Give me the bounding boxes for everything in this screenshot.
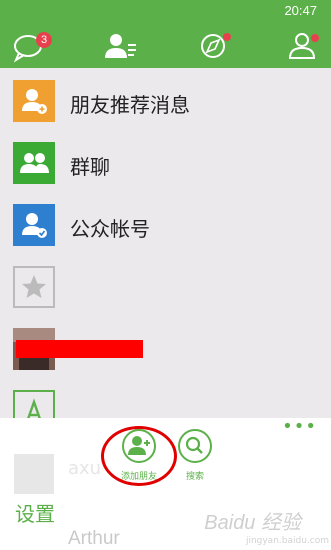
faded-avatar: [14, 454, 54, 494]
unread-badge: 3: [36, 32, 52, 48]
highlight-circle: [101, 426, 177, 486]
tab-discover[interactable]: [195, 24, 255, 68]
redaction-bar: [16, 340, 143, 358]
watermark: Baidu 经验: [204, 512, 301, 534]
group-chat-icon: [13, 142, 55, 184]
list-item-label: 公众帐号: [70, 217, 150, 241]
tab-me[interactable]: [284, 24, 331, 68]
compass-icon: [201, 34, 225, 58]
faded-contact-name: Arthur: [68, 528, 120, 549]
list-item-friend-recommend[interactable]: 朋友推荐消息: [0, 70, 331, 132]
search-label: 搜索: [185, 472, 204, 482]
search-icon: [178, 429, 212, 463]
list-item-official-accounts[interactable]: 公众帐号: [0, 194, 331, 256]
status-bar: 20:47: [0, 0, 331, 24]
list-item-contact[interactable]: [0, 318, 331, 380]
settings-menu-item[interactable]: 设置: [15, 498, 55, 527]
star-icon: [13, 266, 55, 308]
tab-chats[interactable]: 3: [10, 24, 70, 68]
discover-dot: [223, 33, 231, 41]
more-menu-button[interactable]: •••: [282, 418, 317, 436]
list-item-starred[interactable]: [0, 256, 331, 318]
tab-bar: 3: [0, 24, 331, 68]
me-dot: [311, 34, 319, 42]
list-item-label: 朋友推荐消息: [70, 93, 190, 117]
contacts-list-icon: [105, 34, 136, 58]
person-icon: [288, 33, 316, 59]
official-account-icon: [13, 204, 55, 246]
friend-recommend-icon: [13, 80, 55, 122]
list-item-label: 群聊: [70, 155, 110, 179]
watermark-url: jingyan.baidu.com: [245, 536, 329, 546]
contacts-list: 朋友推荐消息 群聊 公众帐号: [0, 68, 331, 432]
tab-contacts[interactable]: [100, 24, 160, 68]
clock: 20:47: [284, 3, 317, 18]
faded-label: axu: [68, 458, 102, 479]
list-item-group-chat[interactable]: 群聊: [0, 132, 331, 194]
